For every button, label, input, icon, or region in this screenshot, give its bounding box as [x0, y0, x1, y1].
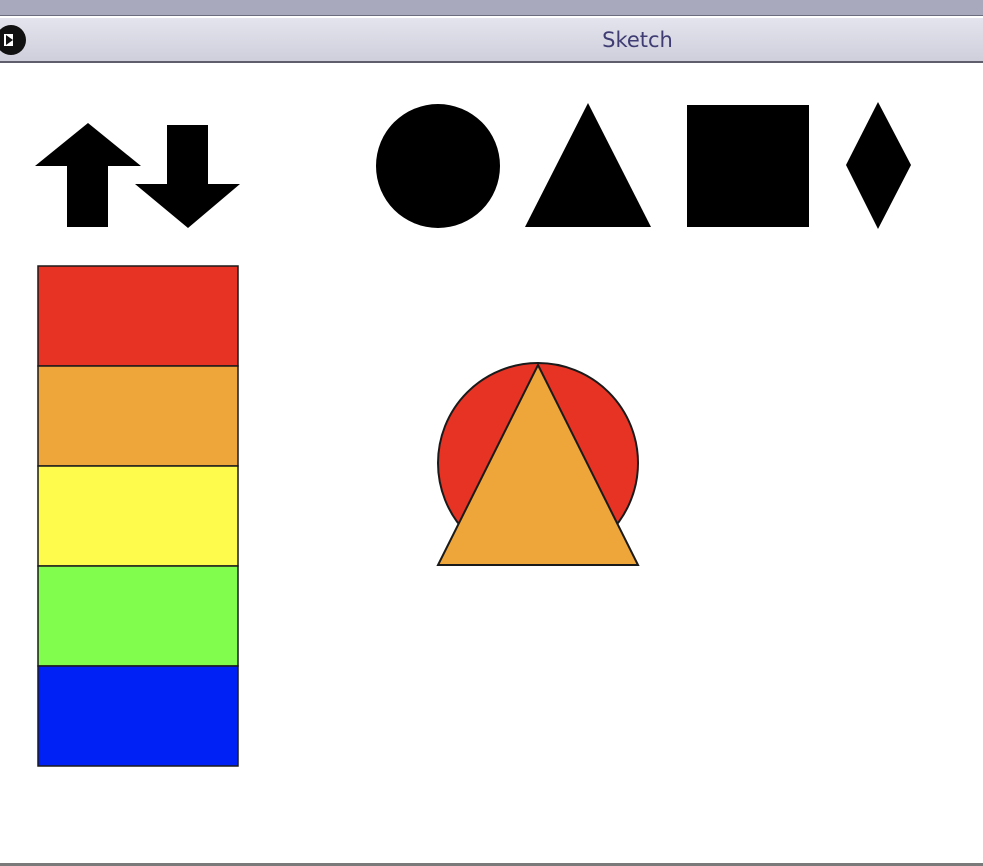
title-bar[interactable]: Sketch — [0, 16, 983, 63]
color-swatch-green[interactable] — [37, 565, 239, 667]
square-icon[interactable] — [687, 105, 809, 227]
drawing-area — [436, 362, 640, 566]
sketch-canvas[interactable] — [0, 63, 983, 863]
color-swatch-blue[interactable] — [37, 665, 239, 767]
color-swatch-orange[interactable] — [37, 365, 239, 467]
color-swatch-red[interactable] — [37, 265, 239, 367]
triangle-icon[interactable] — [525, 103, 651, 227]
color-swatch-yellow[interactable] — [37, 465, 239, 567]
arrow-up-icon[interactable] — [35, 123, 141, 227]
color-palette — [37, 265, 239, 767]
circle-icon[interactable] — [376, 104, 500, 228]
arrow-down-icon[interactable] — [135, 125, 240, 228]
diamond-icon[interactable] — [846, 102, 911, 229]
window-title: Sketch — [602, 28, 673, 52]
top-strip — [0, 0, 983, 16]
